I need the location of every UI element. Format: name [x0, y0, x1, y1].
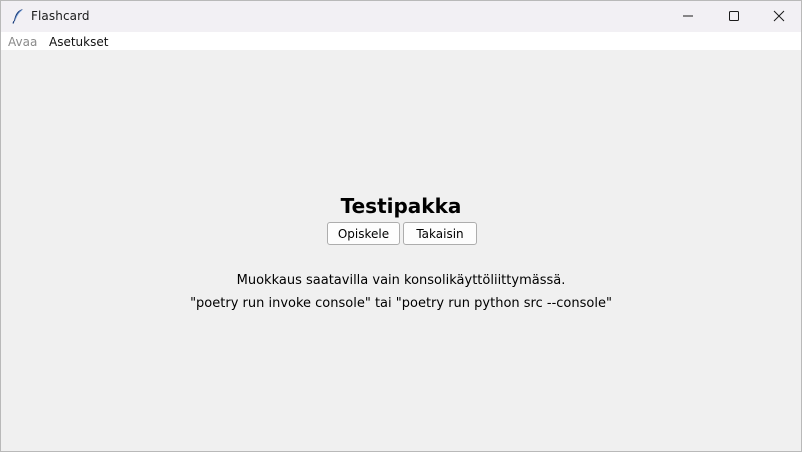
minimize-icon: [682, 7, 694, 26]
menu-open[interactable]: Avaa: [8, 35, 37, 49]
deck-title: Testipakka: [340, 194, 462, 218]
back-button[interactable]: Takaisin: [403, 222, 477, 245]
close-button[interactable]: [756, 1, 802, 32]
maximize-button[interactable]: [711, 1, 757, 32]
maximize-icon: [728, 7, 740, 26]
menu-settings[interactable]: Asetukset: [49, 35, 108, 49]
window-title: Flashcard: [31, 9, 90, 23]
app-window: Flashcard Avaa Asetukset Testipakka Opis…: [0, 0, 802, 452]
console-command-text: "poetry run invoke console" tai "poetry …: [190, 296, 612, 311]
feather-icon: [11, 8, 25, 24]
study-button[interactable]: Opiskele: [327, 222, 400, 245]
menu-bar: Avaa Asetukset: [1, 32, 801, 50]
title-bar[interactable]: Flashcard: [1, 1, 801, 32]
edit-availability-text: Muokkaus saatavilla vain konsolikäyttöli…: [236, 273, 566, 288]
minimize-button[interactable]: [665, 1, 711, 32]
close-icon: [773, 7, 785, 26]
